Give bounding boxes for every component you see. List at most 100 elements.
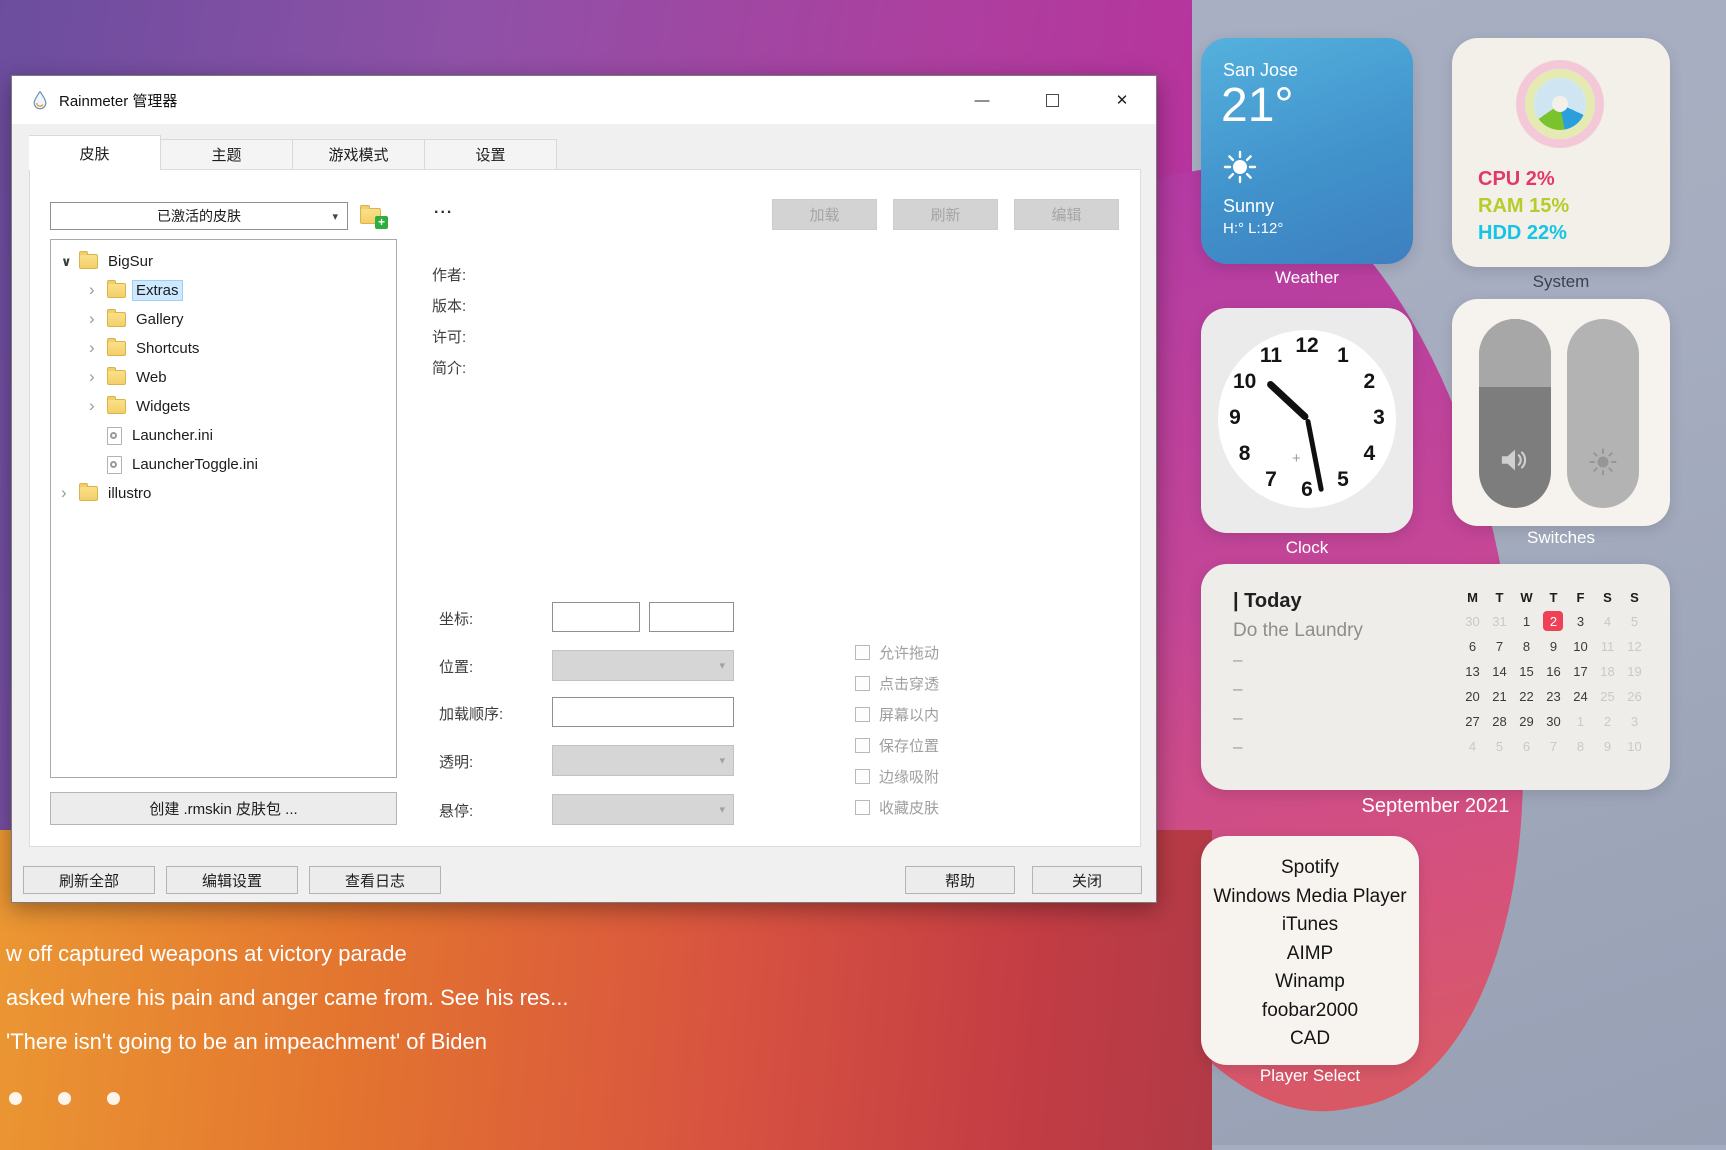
position-select[interactable]	[552, 650, 734, 681]
checkbox[interactable]	[855, 676, 870, 691]
footer-right-buttons: 帮助关闭	[905, 866, 1142, 894]
chevron-icon[interactable]	[89, 312, 107, 327]
news-headline[interactable]: asked where his pain and anger came from…	[6, 985, 569, 1029]
footer-button[interactable]: 关闭	[1032, 866, 1142, 894]
player-item[interactable]: Windows Media Player	[1201, 883, 1419, 912]
transparency-select[interactable]	[552, 745, 734, 776]
chevron-icon[interactable]	[61, 255, 79, 269]
clock-number: 4	[1355, 442, 1383, 468]
tab[interactable]: 游戏模式	[293, 139, 425, 170]
player-select-widget[interactable]: SpotifyWindows Media PlayeriTunesAIMPWin…	[1201, 836, 1419, 1065]
calendar-day: 21	[1486, 687, 1513, 712]
calendar-day: 23	[1540, 687, 1567, 712]
tab[interactable]: 皮肤	[29, 135, 161, 170]
tree-item[interactable]: BigSur	[51, 247, 396, 276]
skin-action-button[interactable]: 编辑	[1014, 199, 1119, 230]
calendar-day: 26	[1621, 687, 1648, 712]
volume-slider-track	[1479, 319, 1551, 387]
footer-button[interactable]: 编辑设置	[166, 866, 298, 894]
news-headline[interactable]: 'There isn't going to be an impeachment'…	[6, 1029, 569, 1073]
calendar-day: 5	[1486, 737, 1513, 762]
clock-widget[interactable]: 121234567891011	[1201, 308, 1413, 533]
clock-number: 11	[1257, 344, 1285, 370]
coordinate-x-input[interactable]	[552, 602, 640, 632]
calendar-placeholder: –	[1233, 708, 1242, 737]
player-item[interactable]: AIMP	[1201, 940, 1419, 969]
chevron-icon[interactable]	[89, 341, 107, 356]
footer-button[interactable]: 刷新全部	[23, 866, 155, 894]
skin-action-button[interactable]: 加载	[772, 199, 877, 230]
calendar-placeholder: –	[1233, 679, 1242, 708]
skin-action-button[interactable]: 刷新	[893, 199, 998, 230]
window-title: Rainmeter 管理器	[59, 90, 177, 111]
minimize-button[interactable]: —	[962, 84, 1002, 116]
chevron-icon[interactable]	[89, 370, 107, 385]
pagination-dot[interactable]	[58, 1092, 71, 1105]
checkbox[interactable]	[855, 707, 870, 722]
pagination-dot[interactable]	[9, 1092, 22, 1105]
folder-icon	[107, 427, 122, 445]
tab[interactable]: 设置	[425, 139, 557, 170]
tree-item[interactable]: Gallery	[51, 305, 396, 334]
checkbox-row: 边缘吸附	[855, 766, 939, 786]
footer-left-buttons: 刷新全部编辑设置查看日志	[23, 866, 441, 894]
tree-item[interactable]: Widgets	[51, 392, 396, 421]
weather-widget[interactable]: San Jose 21° Sunny H:° L:12°	[1201, 38, 1413, 264]
skins-filter-dropdown[interactable]: 已激活的皮肤	[50, 202, 348, 230]
checkbox[interactable]	[855, 738, 870, 753]
player-item[interactable]: iTunes	[1201, 911, 1419, 940]
calendar-day: 5	[1621, 612, 1648, 637]
checkbox-row: 收藏皮肤	[855, 797, 939, 817]
calendar-day-headers: MTWTFSS	[1459, 590, 1648, 612]
chevron-icon[interactable]	[61, 486, 79, 501]
checkbox-row: 屏幕以内	[855, 704, 939, 724]
calendar-day: 27	[1459, 712, 1486, 737]
calendar-widget[interactable]: | Today Do the Laundry –––– MTWTFSS 3031…	[1201, 564, 1670, 790]
titlebar[interactable]: Rainmeter 管理器 — ✕	[12, 76, 1156, 124]
player-item[interactable]: foobar2000	[1201, 997, 1419, 1026]
tab[interactable]: 主题	[161, 139, 293, 170]
tree-item[interactable]: illustro	[51, 479, 396, 508]
tree-item[interactable]: Extras	[51, 276, 396, 305]
news-headline[interactable]: w off captured weapons at victory parade	[6, 941, 569, 985]
system-stats: CPU 2% RAM 15% HDD 22%	[1478, 166, 1569, 247]
calendar-day: 6	[1513, 737, 1540, 762]
clock-number: 5	[1329, 468, 1357, 494]
system-widget[interactable]: CPU 2% RAM 15% HDD 22%	[1452, 38, 1670, 267]
footer-button[interactable]: 帮助	[905, 866, 1015, 894]
player-item[interactable]: CAD	[1201, 1025, 1419, 1054]
calendar-day: 7	[1540, 737, 1567, 762]
maximize-button[interactable]	[1032, 84, 1072, 116]
tree-item[interactable]: Web	[51, 363, 396, 392]
pagination-dot[interactable]	[107, 1092, 120, 1105]
hover-label: 悬停:	[439, 800, 473, 821]
create-rmskin-button[interactable]: 创建 .rmskin 皮肤包 ...	[50, 792, 397, 825]
tree-item[interactable]: Shortcuts	[51, 334, 396, 363]
calendar-day-header: T	[1486, 590, 1513, 612]
calendar-days: 3031123456789101112131415161718192021222…	[1459, 612, 1648, 762]
folder-icon	[107, 456, 122, 474]
skin-option-checkboxes: 允许拖动 点击穿透 屏幕以内 保存位置	[855, 642, 939, 828]
player-item[interactable]: Spotify	[1201, 854, 1419, 883]
checkbox[interactable]	[855, 769, 870, 784]
checkbox[interactable]	[855, 800, 870, 815]
checkbox[interactable]	[855, 645, 870, 660]
hover-select[interactable]	[552, 794, 734, 825]
calendar-day: 10	[1621, 737, 1648, 762]
skins-tab-panel: 已激活的皮肤 BigSur Extras	[29, 169, 1141, 847]
load-order-input[interactable]	[552, 697, 734, 727]
switches-widget[interactable]	[1452, 299, 1670, 526]
footer-button[interactable]: 查看日志	[309, 866, 441, 894]
calendar-day: 4	[1594, 612, 1621, 637]
close-button[interactable]: ✕	[1102, 84, 1142, 116]
open-skins-folder-button[interactable]	[360, 203, 386, 227]
tree-item[interactable]: LauncherToggle.ini	[51, 450, 396, 479]
coordinate-y-input[interactable]	[649, 602, 734, 632]
tree-item[interactable]: Launcher.ini	[51, 421, 396, 450]
chevron-icon[interactable]	[89, 399, 107, 414]
volume-slider[interactable]	[1479, 319, 1551, 508]
chevron-icon[interactable]	[89, 283, 107, 298]
chevron-down-icon	[332, 210, 338, 223]
player-item[interactable]: Winamp	[1201, 968, 1419, 997]
brightness-slider[interactable]	[1567, 319, 1639, 508]
